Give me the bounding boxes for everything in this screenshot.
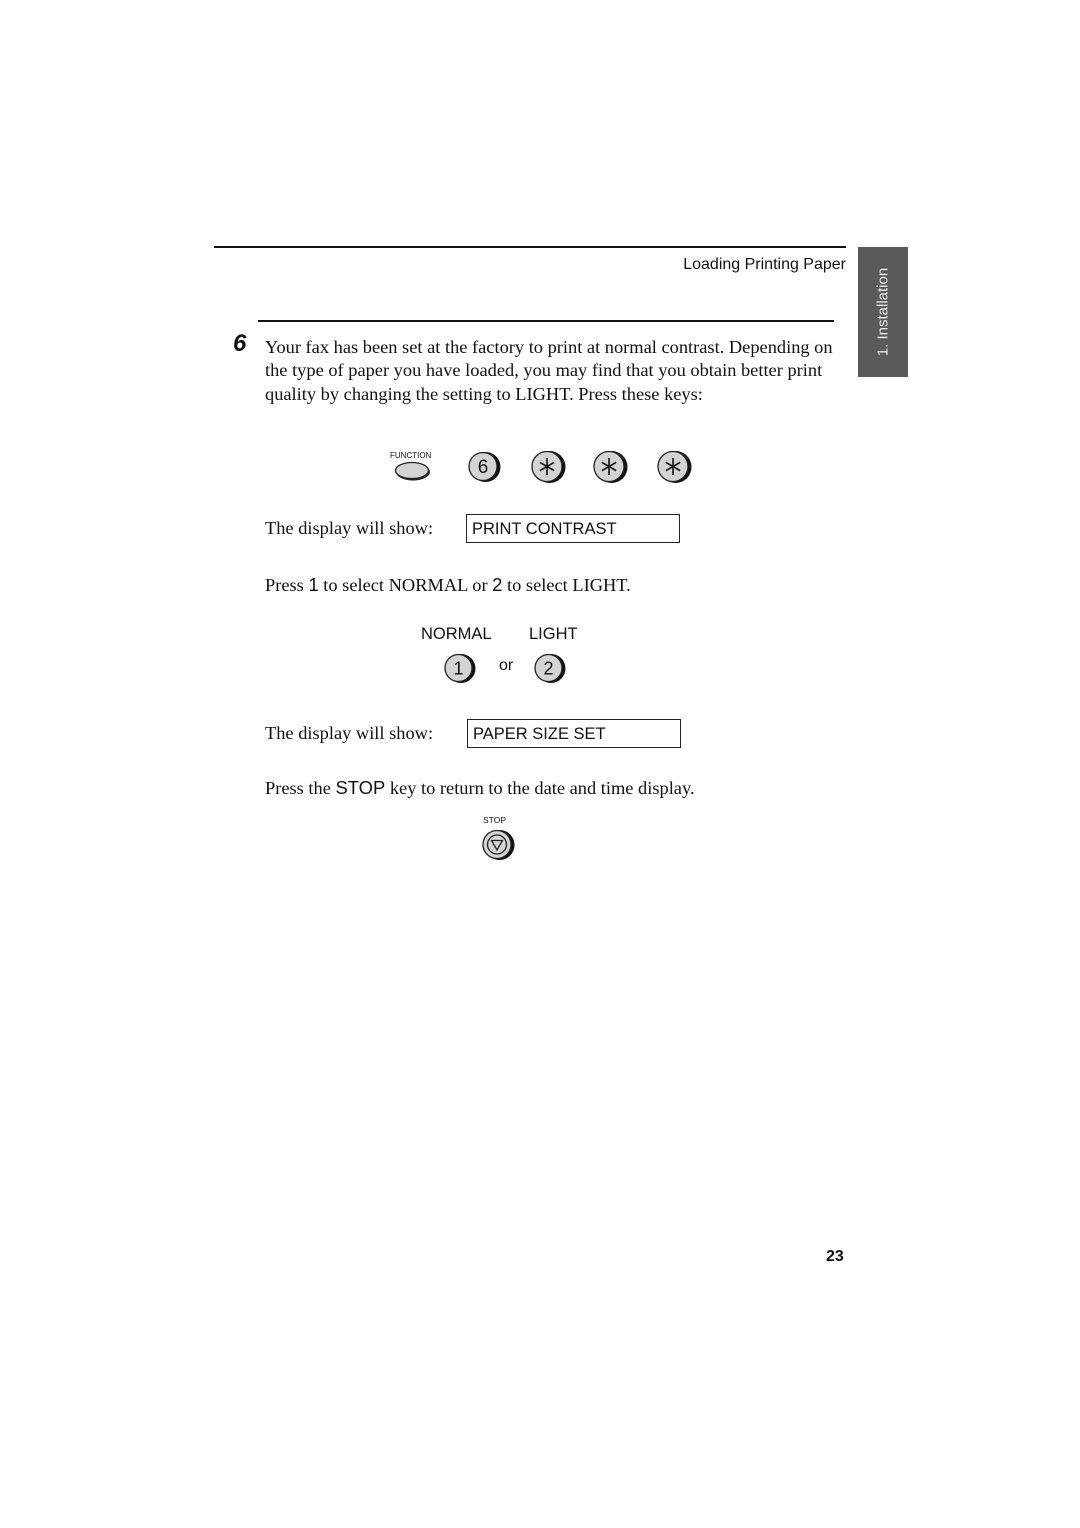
select-instruction-part1: Press	[265, 575, 309, 595]
key-1[interactable]: 1	[444, 653, 476, 683]
key-2[interactable]: 2	[534, 653, 566, 683]
display-prefix-2: The display will show:	[265, 723, 434, 743]
side-tab-label: 1. Installation	[874, 267, 892, 357]
stop-instruction-part2: key to return to the date and time displ…	[385, 778, 695, 798]
step-paragraph: Your fax has been set at the factory to …	[265, 337, 833, 404]
select-instruction-part2: to select NORMAL or	[318, 575, 493, 595]
stop-instruction: Press the STOP key to return to the date…	[265, 777, 695, 799]
stop-instruction-key: STOP	[335, 777, 386, 798]
key-1-text: 1	[453, 659, 463, 679]
key-asterisk-icon	[593, 451, 628, 483]
stop-key-icon	[482, 829, 515, 860]
header-rule	[214, 246, 846, 248]
select-instruction-key1: 1	[308, 574, 319, 595]
display-prefix-1: The display will show:	[265, 518, 434, 538]
key-2-text: 2	[543, 659, 553, 679]
running-head: Loading Printing Paper	[683, 256, 846, 273]
side-tab-installation[interactable]: 1. Installation	[858, 247, 908, 377]
lcd-display-paper-size-set: PAPER SIZE SET	[467, 719, 681, 748]
function-key-icon	[394, 461, 430, 481]
select-instruction-key2: 2	[492, 574, 503, 595]
key-6-icon: 6	[468, 451, 501, 482]
key-asterisk-icon	[657, 451, 692, 483]
key-6[interactable]: 6	[468, 451, 501, 482]
key-asterisk-3[interactable]	[656, 451, 692, 483]
key-asterisk-2[interactable]	[592, 451, 628, 483]
select-instruction: Press 1 to select NORMAL or 2 to select …	[265, 574, 631, 596]
step-rule	[258, 320, 834, 322]
key-asterisk-icon	[531, 451, 566, 483]
step-number: 6	[233, 330, 247, 357]
lcd-display-print-contrast: PRINT CONTRAST	[466, 514, 680, 543]
option-normal-label: NORMAL	[421, 625, 492, 643]
stop-instruction-part1: Press the	[265, 778, 336, 798]
function-key[interactable]	[394, 459, 432, 488]
page-number: 23	[826, 1248, 844, 1265]
key-6-text: 6	[478, 457, 489, 478]
key-asterisk-1[interactable]	[530, 451, 566, 483]
stop-key-label: STOP	[483, 815, 506, 825]
key-2-icon: 2	[534, 653, 566, 683]
or-text: or	[499, 657, 514, 674]
select-instruction-part3: to select LIGHT.	[502, 575, 631, 595]
stop-key[interactable]	[481, 829, 515, 860]
key-1-icon: 1	[444, 653, 476, 683]
option-light-label: LIGHT	[529, 625, 578, 643]
